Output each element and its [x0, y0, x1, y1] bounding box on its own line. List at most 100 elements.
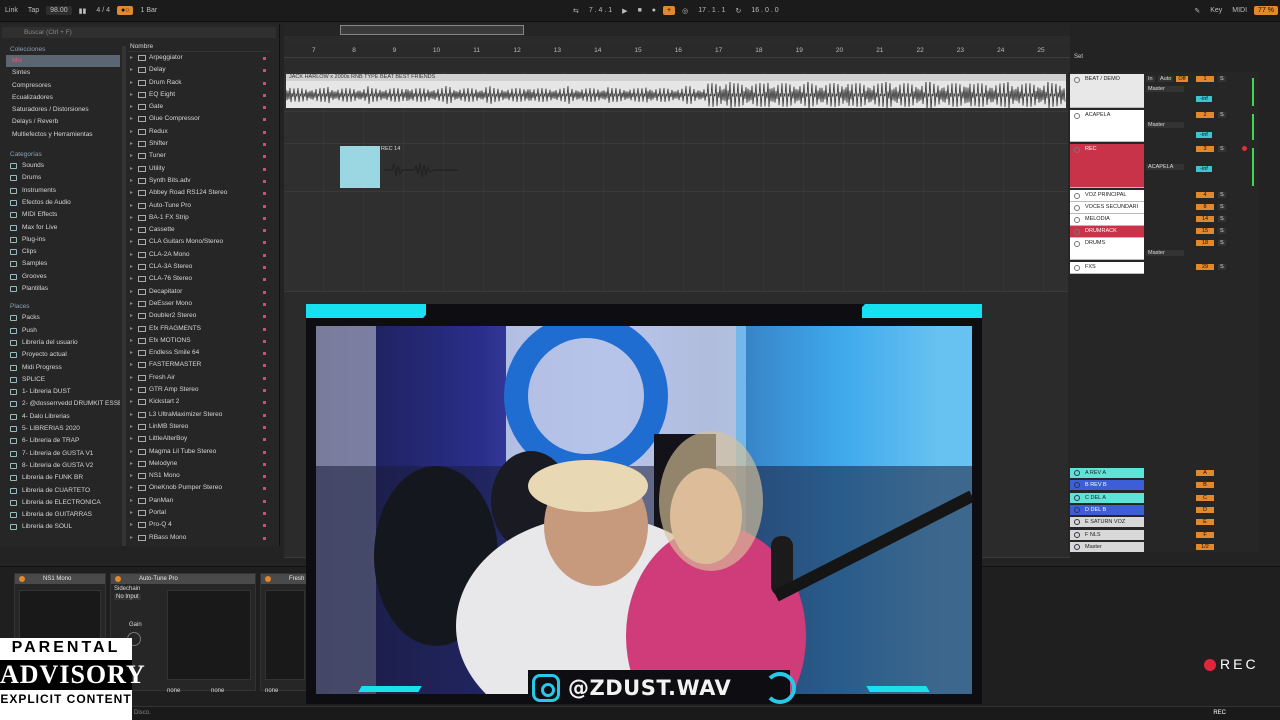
- expand-arrow-icon[interactable]: ▸: [130, 446, 133, 458]
- expand-arrow-icon[interactable]: ▸: [130, 384, 133, 396]
- sidechain-input-select[interactable]: No Input: [114, 594, 141, 600]
- browser-item[interactable]: ▸ Cassette: [128, 224, 270, 236]
- track-fold-icon[interactable]: [1074, 193, 1080, 199]
- solo-button[interactable]: S: [1218, 216, 1226, 222]
- metronome-toggle[interactable]: ●○: [117, 6, 134, 15]
- return-track-header[interactable]: F NLS: [1070, 529, 1144, 540]
- expand-arrow-icon[interactable]: ▸: [130, 519, 133, 531]
- category-item[interactable]: Clips: [6, 246, 120, 258]
- expand-arrow-icon[interactable]: ▸: [130, 101, 133, 113]
- track-header[interactable]: ACAPELA: [1070, 110, 1144, 142]
- track-fold-icon[interactable]: [1074, 531, 1080, 538]
- browser-item[interactable]: ▸ EQ Eight: [128, 89, 270, 101]
- browser-item[interactable]: ▸ CLA-76 Stereo: [128, 273, 270, 285]
- browser-item[interactable]: ▸ Efx FRAGMENTS: [128, 323, 270, 335]
- midi-map-button[interactable]: MIDI: [1227, 7, 1252, 14]
- expand-arrow-icon[interactable]: ▸: [130, 138, 133, 150]
- expand-arrow-icon[interactable]: ▸: [130, 126, 133, 138]
- arm-record-icon[interactable]: [1242, 146, 1247, 151]
- collection-item[interactable]: Ecualizadores: [6, 92, 120, 104]
- loop-icon[interactable]: ↻: [730, 7, 746, 15]
- output-routing-select[interactable]: Master: [1146, 86, 1184, 92]
- expand-arrow-icon[interactable]: ▸: [130, 273, 133, 285]
- expand-arrow-icon[interactable]: ▸: [130, 409, 133, 421]
- track-fold-icon[interactable]: [1074, 519, 1080, 526]
- monitor-off-button[interactable]: Off: [1176, 76, 1188, 82]
- collection-item[interactable]: Compresores: [6, 80, 120, 92]
- browser-item[interactable]: ▸ Magma Lil Tube Stereo: [128, 446, 270, 458]
- browser-item[interactable]: ▸ Pro-Q 4: [128, 519, 270, 531]
- expand-arrow-icon[interactable]: ▸: [130, 150, 133, 162]
- category-item[interactable]: MIDI Effects: [6, 209, 120, 221]
- recording-clip[interactable]: [340, 146, 380, 188]
- expand-arrow-icon[interactable]: ▸: [130, 286, 133, 298]
- return-activator-button[interactable]: E: [1196, 519, 1214, 526]
- place-item[interactable]: 1- Libreria DUST: [6, 386, 120, 398]
- device-select[interactable]: none: [265, 688, 278, 694]
- expand-arrow-icon[interactable]: ▸: [130, 224, 133, 236]
- device-power-icon[interactable]: [19, 576, 25, 582]
- follow-icon[interactable]: ⇆: [568, 7, 584, 15]
- category-item[interactable]: Samples: [6, 258, 120, 270]
- monitor-in-button[interactable]: In: [1146, 76, 1155, 82]
- return-track-header[interactable]: D DEL B: [1070, 504, 1144, 515]
- overdub-button[interactable]: +: [663, 6, 676, 15]
- play-button[interactable]: ▶: [617, 7, 632, 15]
- browser-item[interactable]: ▸ Efx MOTIONS: [128, 335, 270, 347]
- browser-item[interactable]: ▸ Kickstart 2: [128, 396, 270, 408]
- output-routing-select[interactable]: Master: [1146, 122, 1184, 128]
- track-fold-icon[interactable]: [1074, 506, 1080, 513]
- expand-arrow-icon[interactable]: ▸: [130, 175, 133, 187]
- device-select[interactable]: none: [211, 688, 224, 694]
- category-item[interactable]: Sounds: [6, 160, 120, 172]
- place-item[interactable]: Libreria de FUNK BR: [6, 472, 120, 484]
- collection-item[interactable]: Sintes: [6, 67, 120, 79]
- place-item[interactable]: Packs: [6, 312, 120, 324]
- track-fold-icon[interactable]: [1074, 217, 1080, 223]
- collection-item[interactable]: Multiefectos y Herramientas: [6, 129, 120, 141]
- browser-item[interactable]: ▸ Portal: [128, 507, 270, 519]
- volume-field[interactable]: -inf: [1196, 132, 1212, 138]
- expand-arrow-icon[interactable]: ▸: [130, 323, 133, 335]
- browser-item[interactable]: ▸ CLA-2A Mono: [128, 249, 270, 261]
- browser-item[interactable]: ▸ Shifter: [128, 138, 270, 150]
- solo-button[interactable]: S: [1218, 228, 1226, 234]
- expand-arrow-icon[interactable]: ▸: [130, 187, 133, 199]
- volume-field[interactable]: -inf: [1196, 96, 1212, 102]
- place-item[interactable]: Libreria de SOUL: [6, 521, 120, 533]
- solo-button[interactable]: S: [1218, 204, 1226, 210]
- track-header[interactable]: MELODIA: [1070, 214, 1144, 226]
- place-item[interactable]: Libreria de ELECTRONICA: [6, 497, 120, 509]
- track-fold-icon[interactable]: [1074, 543, 1080, 550]
- browser-item[interactable]: ▸ FASTERMASTER: [128, 359, 270, 371]
- place-item[interactable]: 6- Libreria de TRAP: [6, 435, 120, 447]
- browser-item[interactable]: ▸ Endless Smile 64: [128, 347, 270, 359]
- track-header[interactable]: FXS: [1070, 262, 1144, 274]
- beat-time-ruler[interactable]: 7 8 9 10 11 12 13 14 15 16 17 18 19 20 21 22 23 24 25: [284, 44, 1070, 58]
- category-item[interactable]: Instruments: [6, 185, 120, 197]
- device-power-icon[interactable]: [115, 576, 121, 582]
- category-item[interactable]: Plug-ins: [6, 234, 120, 246]
- place-item[interactable]: Librería del usuario: [6, 337, 120, 349]
- place-item[interactable]: Libreria de CUARTETO: [6, 485, 120, 497]
- track-fold-icon[interactable]: [1074, 494, 1080, 501]
- browser-item[interactable]: ▸ Melodyne: [128, 458, 270, 470]
- browser-item[interactable]: ▸ PanMan: [128, 495, 270, 507]
- tap-button[interactable]: Tap: [23, 7, 44, 14]
- return-activator-button[interactable]: B: [1196, 482, 1214, 489]
- expand-arrow-icon[interactable]: ▸: [130, 458, 133, 470]
- return-track-header[interactable]: A REV A: [1070, 468, 1144, 478]
- track-lane-acapela[interactable]: [284, 112, 1070, 144]
- device-power-icon[interactable]: [265, 576, 271, 582]
- monitor-auto-button[interactable]: Auto: [1158, 76, 1174, 82]
- track-activator-button[interactable]: 29: [1196, 264, 1214, 270]
- browser-item[interactable]: ▸ Glue Compressor: [128, 113, 270, 125]
- time-signature-field[interactable]: 4 / 4: [91, 7, 115, 14]
- track-activator-button[interactable]: 3: [1196, 146, 1214, 152]
- category-item[interactable]: Plantillas: [6, 283, 120, 295]
- place-item[interactable]: 5- LIBRERIAS 2020: [6, 423, 120, 435]
- browser-item[interactable]: ▸ Fresh Air: [128, 372, 270, 384]
- browser-scrollbar[interactable]: [122, 46, 126, 546]
- browser-item[interactable]: ▸ Delay: [128, 64, 270, 76]
- track-activator-button[interactable]: 1: [1196, 76, 1214, 82]
